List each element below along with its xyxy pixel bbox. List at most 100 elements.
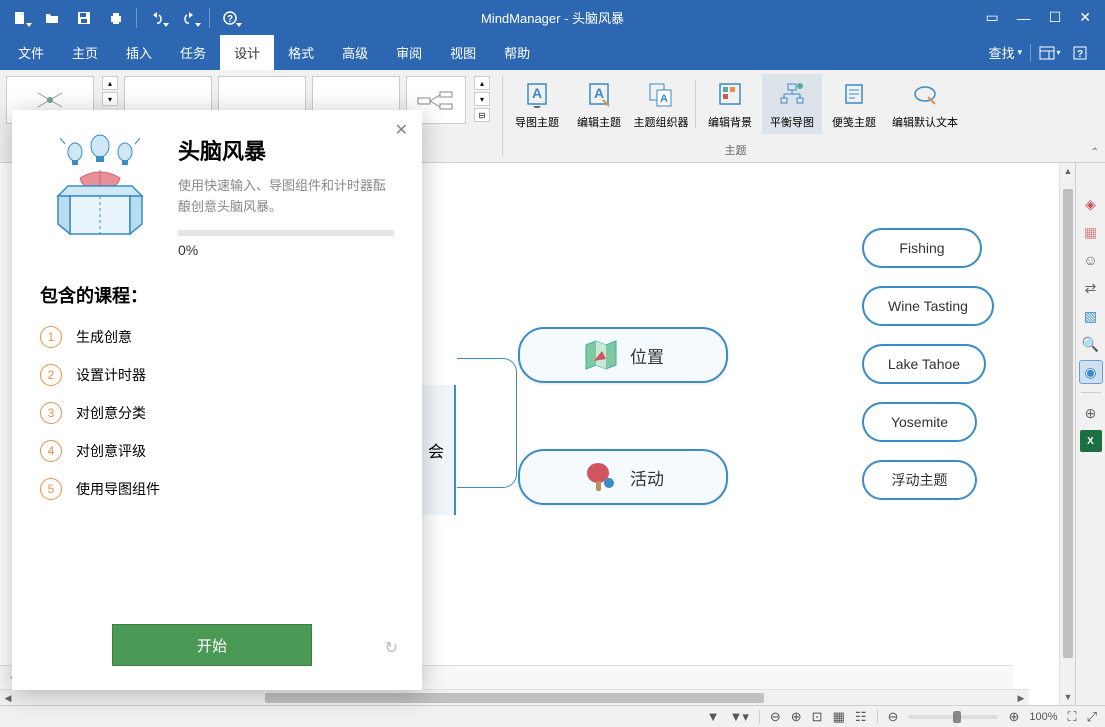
print-button[interactable]: [102, 5, 130, 31]
scrollbar-vertical[interactable]: ▲ ▼: [1059, 163, 1075, 705]
progress-bar: [178, 230, 394, 236]
svg-text:?: ?: [227, 14, 233, 25]
window-title: MindManager - 头脑风暴: [481, 8, 624, 27]
side-search-icon[interactable]: 🔍: [1080, 333, 1102, 355]
thumb-up-2[interactable]: ▴: [474, 76, 490, 90]
menu-format[interactable]: 格式: [274, 35, 328, 70]
scroll-left-arrow[interactable]: ◀: [0, 690, 16, 705]
svg-text:A: A: [594, 85, 604, 101]
minimize-button[interactable]: —: [1017, 10, 1031, 26]
status-fit-icon[interactable]: ⊡: [812, 709, 823, 725]
status-tree-icon[interactable]: ☷: [855, 709, 867, 725]
ribbon-edit-default-text[interactable]: 编辑默认文本: [886, 74, 964, 134]
lesson-4: 4对创意评级: [40, 440, 394, 462]
right-sidebar: ◈ ▦ ☺ ⇄ ▧ 🔍 ◉ ⊕ X: [1075, 163, 1105, 705]
ribbon-balance-map[interactable]: 平衡导图: [762, 74, 822, 134]
help-icon[interactable]: ?: [1069, 42, 1091, 64]
status-zoom-in-icon[interactable]: ⊕: [791, 709, 802, 725]
float-wine[interactable]: Wine Tasting: [862, 286, 994, 326]
side-tag-icon[interactable]: ◈: [1080, 193, 1102, 215]
svg-text:A: A: [532, 85, 542, 101]
ribbon-map-theme[interactable]: A导图主题: [507, 74, 567, 134]
scrollbar-horizontal[interactable]: ◀ ▶: [0, 689, 1029, 705]
progress-text: 0%: [178, 242, 394, 258]
ribbon-note-theme[interactable]: 便笺主题: [824, 74, 884, 134]
status-plus-icon[interactable]: ⊕: [1008, 709, 1019, 725]
side-link-icon[interactable]: ⇄: [1080, 277, 1102, 299]
status-filter2-icon[interactable]: ▼▾: [729, 709, 748, 725]
scroll-up-arrow[interactable]: ▲: [1060, 163, 1076, 179]
zoom-slider[interactable]: [908, 715, 998, 719]
new-file-button[interactable]: [6, 5, 34, 31]
ribbon-theme-organizer[interactable]: A主题组织器: [631, 74, 691, 134]
scroll-right-arrow[interactable]: ▶: [1013, 690, 1029, 705]
thumb-up-1[interactable]: ▴: [102, 76, 118, 90]
menu-home[interactable]: 主页: [58, 35, 112, 70]
svg-text:?: ?: [1077, 49, 1083, 60]
lesson-1: 1生成创意: [40, 326, 394, 348]
float-yosemite[interactable]: Yosemite: [862, 402, 977, 442]
undo-button[interactable]: [143, 5, 171, 31]
menubar: 文件 主页 插入 任务 设计 格式 高级 审阅 视图 帮助 查找▾ ▾ ?: [0, 35, 1105, 70]
float-floating[interactable]: 浮动主题: [862, 460, 977, 500]
quick-access-toolbar: ?: [0, 5, 250, 31]
menu-file[interactable]: 文件: [4, 35, 58, 70]
menu-tasks[interactable]: 任务: [166, 35, 220, 70]
status-grid-icon[interactable]: ▦: [833, 709, 845, 725]
ribbon-options-icon[interactable]: ▭: [985, 9, 998, 26]
ribbon-collapse-button[interactable]: ⌃: [1091, 147, 1099, 158]
start-button[interactable]: 开始: [112, 624, 312, 666]
modal-description: 使用快速输入、导图组件和计时器酝酿创意头脑风暴。: [178, 176, 394, 218]
status-minus-icon[interactable]: ⊖: [888, 709, 899, 725]
maximize-button[interactable]: ☐: [1049, 9, 1062, 26]
topic-location[interactable]: 位置: [518, 327, 728, 383]
status-zoom-out-icon[interactable]: ⊖: [770, 709, 781, 725]
lesson-5: 5使用导图组件: [40, 478, 394, 500]
ribbon-group-label: 主题: [725, 140, 747, 158]
lesson-3: 3对创意分类: [40, 402, 394, 424]
close-button[interactable]: ✕: [1079, 9, 1091, 26]
side-excel-icon[interactable]: X: [1080, 430, 1102, 452]
modal-close-button[interactable]: ✕: [395, 120, 408, 140]
float-fishing[interactable]: Fishing: [862, 228, 982, 268]
modal-title: 头脑风暴: [178, 134, 394, 166]
search-menu[interactable]: 查找▾: [988, 43, 1022, 62]
status-filter-icon[interactable]: ▼: [707, 709, 720, 724]
center-topic[interactable]: 会: [416, 385, 456, 515]
status-fit-width-icon[interactable]: ⛶: [1067, 709, 1076, 725]
refresh-icon[interactable]: ↻: [385, 638, 398, 658]
side-calendar-icon[interactable]: ▦: [1080, 221, 1102, 243]
pingpong-icon: [582, 459, 618, 495]
ribbon-group-theme: A导图主题 A编辑主题 A主题组织器 编辑背景 平衡导图 便笺主题 编辑默认文本…: [505, 70, 966, 162]
ribbon-edit-background[interactable]: 编辑背景: [700, 74, 760, 134]
menu-design[interactable]: 设计: [220, 35, 274, 70]
side-person-icon[interactable]: ☺: [1080, 249, 1102, 271]
topic-activity[interactable]: 活动: [518, 449, 728, 505]
status-fullscreen-icon[interactable]: ⤢: [1087, 709, 1097, 725]
thumb-down-1[interactable]: ▾: [102, 92, 118, 106]
thumb-down-2[interactable]: ▾: [474, 92, 490, 106]
ribbon-edit-theme[interactable]: A编辑主题: [569, 74, 629, 134]
menu-view[interactable]: 视图: [436, 35, 490, 70]
thumb-more[interactable]: ⊟: [474, 108, 490, 122]
layout-icon[interactable]: ▾: [1039, 42, 1061, 64]
scroll-down-arrow[interactable]: ▼: [1060, 689, 1076, 705]
side-image-icon[interactable]: ▧: [1080, 305, 1102, 327]
side-focus-icon[interactable]: ◉: [1080, 361, 1102, 383]
brainstorm-modal: ✕ 头脑风暴 使用快速输入、导图组件和计时器酝酿创意头脑风暴。 0%: [12, 110, 422, 690]
zoom-level: 100%: [1029, 711, 1057, 723]
side-globe-icon[interactable]: ⊕: [1080, 402, 1102, 424]
titlebar: ? MindManager - 头脑风暴 ▭ — ☐ ✕: [0, 0, 1105, 35]
menu-review[interactable]: 审阅: [382, 35, 436, 70]
map-icon: [582, 337, 618, 373]
float-tahoe[interactable]: Lake Tahoe: [862, 344, 986, 384]
menu-advanced[interactable]: 高级: [328, 35, 382, 70]
open-file-button[interactable]: [38, 5, 66, 31]
redo-button[interactable]: [175, 5, 203, 31]
statusbar: ▼ ▼▾ ⊖ ⊕ ⊡ ▦ ☷ ⊖ ⊕ 100% ⛶ ⤢: [0, 705, 1105, 727]
brainstorm-illustration: [40, 134, 160, 244]
save-button[interactable]: [70, 5, 98, 31]
menu-help[interactable]: 帮助: [490, 35, 544, 70]
help-dropdown-button[interactable]: ?: [216, 5, 244, 31]
menu-insert[interactable]: 插入: [112, 35, 166, 70]
